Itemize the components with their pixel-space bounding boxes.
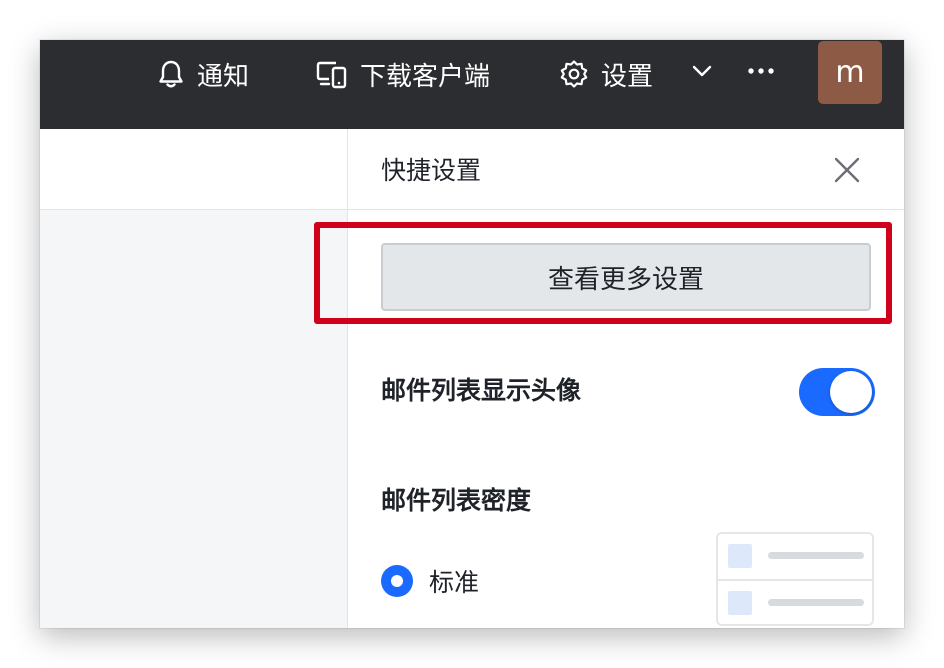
mail-list-area	[40, 129, 347, 628]
density-option-standard[interactable]: 标准	[381, 563, 479, 599]
density-preview	[716, 532, 874, 626]
top-bar: 通知 下载客户端 设置 m	[40, 40, 904, 129]
mail-list-header	[40, 129, 347, 210]
download-client-button[interactable]: 下载客户端	[316, 40, 490, 108]
density-label: 邮件列表密度	[381, 486, 532, 515]
density-option-label: 标准	[429, 568, 480, 597]
panel-divider	[348, 209, 904, 210]
app-window: 通知 下载客户端 设置 m 快捷设置 查看更多设置 邮件列表显示头像 邮件列表密…	[40, 40, 904, 628]
bell-icon	[157, 59, 185, 89]
avatar[interactable]: m	[818, 41, 882, 104]
notifications-button[interactable]: 通知	[157, 40, 249, 108]
settings-dropdown[interactable]	[690, 40, 714, 108]
more-menu-button[interactable]	[747, 40, 775, 108]
download-client-label: 下载客户端	[360, 61, 491, 92]
preview-row	[718, 534, 872, 581]
notifications-label: 通知	[197, 61, 250, 92]
devices-icon	[316, 59, 348, 89]
close-icon	[834, 157, 860, 183]
close-button[interactable]	[830, 153, 864, 187]
quick-settings-panel: 快捷设置 查看更多设置 邮件列表显示头像 邮件列表密度 标准	[347, 129, 904, 628]
gear-icon	[559, 59, 589, 89]
show-avatar-toggle[interactable]	[799, 368, 875, 416]
settings-label: 设置	[601, 61, 654, 92]
radio-selected-icon	[381, 565, 413, 597]
settings-button[interactable]: 设置	[559, 40, 653, 108]
chevron-down-icon	[690, 59, 714, 90]
toggle-knob	[830, 371, 872, 413]
more-settings-button[interactable]: 查看更多设置	[381, 243, 871, 311]
more-icon	[747, 59, 775, 90]
avatar-letter: m	[835, 54, 865, 90]
show-avatar-label: 邮件列表显示头像	[381, 376, 582, 405]
panel-title: 快捷设置	[381, 156, 482, 185]
preview-row	[718, 581, 872, 624]
